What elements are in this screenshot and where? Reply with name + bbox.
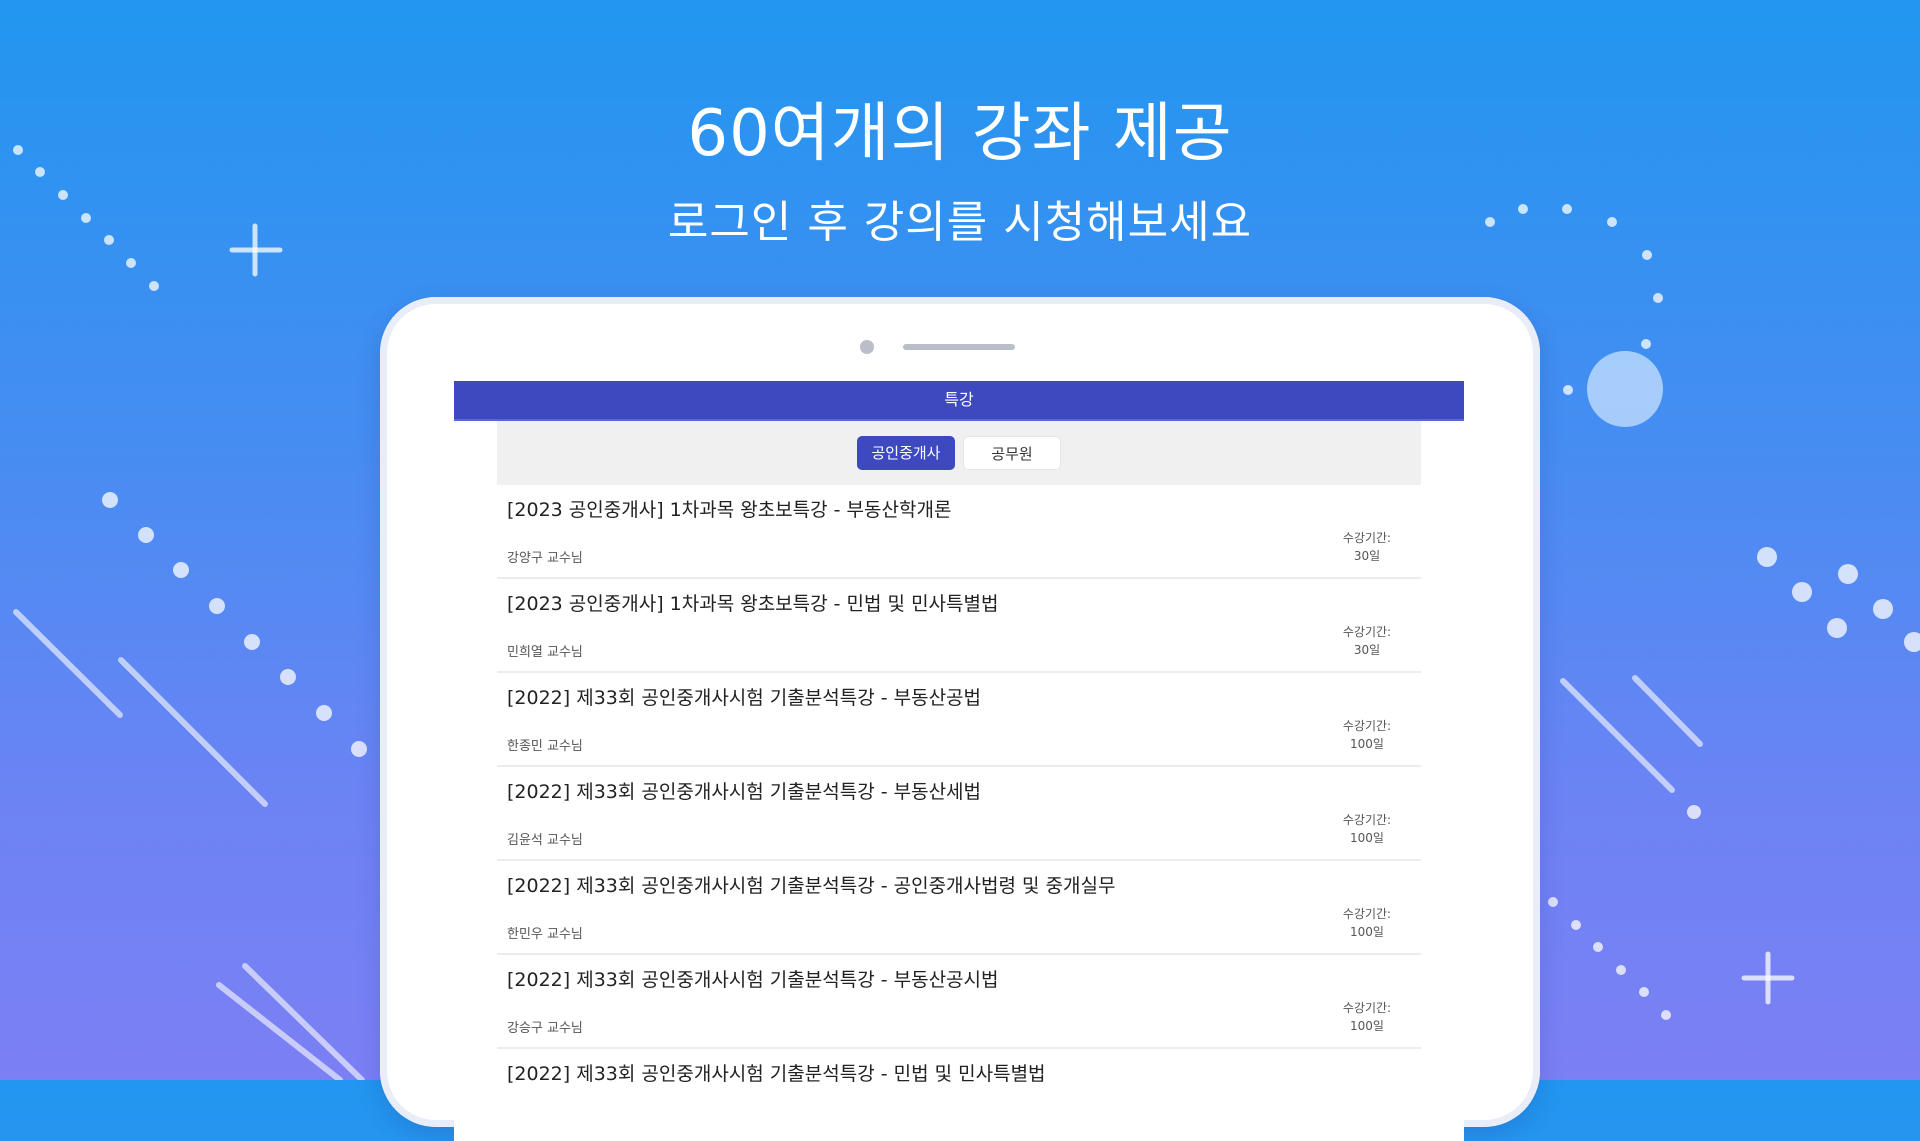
course-period-label: 수강기간:	[1342, 813, 1392, 827]
course-teacher: 김윤석 교수님	[507, 833, 583, 848]
tab-civil-servant[interactable]: 공무원	[963, 436, 1061, 470]
course-content: 공인중개사 공무원 [2023 공인중개사] 1차과목 왕초보특강 - 부동산학…	[497, 421, 1421, 1141]
category-tabs: 공인중개사 공무원	[497, 421, 1421, 485]
course-period-value: 100일	[1350, 925, 1384, 939]
course-period-value: 30일	[1353, 643, 1381, 657]
course-title: [2022] 제33회 공인중개사시험 기출분석특강 - 민법 및 민사특별법	[507, 1063, 1046, 1085]
course-item[interactable]: [2022] 제33회 공인중개사시험 기출분석특강 - 민법 및 민사특별법	[497, 1049, 1421, 1141]
course-item[interactable]: [2023 공인중개사] 1차과목 왕초보특강 - 부동산학개론 강양구 교수님…	[497, 485, 1421, 579]
course-period-value: 100일	[1350, 831, 1384, 845]
app-screen: 특강 공인중개사 공무원 [2023 공인중개사] 1차과목 왕초보특강 - 부…	[454, 381, 1464, 1141]
course-teacher: 강승구 교수님	[507, 1021, 583, 1036]
course-item[interactable]: [2022] 제33회 공인중개사시험 기출분석특강 - 부동산공법 한종민 교…	[497, 673, 1421, 767]
course-teacher: 강양구 교수님	[507, 551, 583, 566]
course-title: [2022] 제33회 공인중개사시험 기출분석특강 - 공인중개사법령 및 중…	[507, 875, 1116, 897]
course-title: [2022] 제33회 공인중개사시험 기출분석특강 - 부동산세법	[507, 781, 982, 803]
tablet-speaker	[903, 344, 1015, 350]
course-item[interactable]: [2022] 제33회 공인중개사시험 기출분석특강 - 공인중개사법령 및 중…	[497, 861, 1421, 955]
course-period: 수강기간: 100일	[1327, 999, 1407, 1035]
course-period-label: 수강기간:	[1342, 907, 1392, 921]
course-item[interactable]: [2023 공인중개사] 1차과목 왕초보특강 - 민법 및 민사특별법 민희열…	[497, 579, 1421, 673]
course-period: 수강기간: 100일	[1327, 811, 1407, 847]
course-period-label: 수강기간:	[1342, 1001, 1392, 1015]
course-period-label: 수강기간:	[1342, 625, 1392, 639]
course-title: [2022] 제33회 공인중개사시험 기출분석특강 - 부동산공법	[507, 687, 982, 709]
course-teacher: 한종민 교수님	[507, 739, 583, 754]
course-period-value: 100일	[1350, 737, 1384, 751]
tab-realtor[interactable]: 공인중개사	[857, 436, 955, 470]
course-period: 수강기간: 30일	[1327, 529, 1407, 565]
course-teacher: 한민우 교수님	[507, 927, 583, 942]
course-period: 수강기간: 100일	[1327, 905, 1407, 941]
course-title: [2023 공인중개사] 1차과목 왕초보특강 - 민법 및 민사특별법	[507, 593, 999, 615]
course-period: 수강기간: 30일	[1327, 623, 1407, 659]
course-teacher: 민희열 교수님	[507, 645, 583, 660]
tablet-frame: 특강 공인중개사 공무원 [2023 공인중개사] 1차과목 왕초보특강 - 부…	[380, 297, 1540, 1141]
course-title: [2023 공인중개사] 1차과목 왕초보특강 - 부동산학개론	[507, 499, 952, 521]
tablet-camera	[860, 340, 874, 354]
course-period-label: 수강기간:	[1342, 719, 1392, 733]
course-item[interactable]: [2022] 제33회 공인중개사시험 기출분석특강 - 부동산세법 김윤석 교…	[497, 767, 1421, 861]
course-period: 수강기간: 100일	[1327, 717, 1407, 753]
course-period-value: 30일	[1353, 549, 1381, 563]
app-header: 특강	[454, 381, 1464, 421]
course-period-value: 100일	[1350, 1019, 1384, 1033]
course-period-label: 수강기간:	[1342, 531, 1392, 545]
hero-subtitle: 로그인 후 강의를 시청해보세요	[667, 197, 1253, 248]
course-item[interactable]: [2022] 제33회 공인중개사시험 기출분석특강 - 부동산공시법 강승구 …	[497, 955, 1421, 1049]
hero-title: 60여개의 강좌 제공	[687, 97, 1233, 171]
course-title: [2022] 제33회 공인중개사시험 기출분석특강 - 부동산공시법	[507, 969, 999, 991]
